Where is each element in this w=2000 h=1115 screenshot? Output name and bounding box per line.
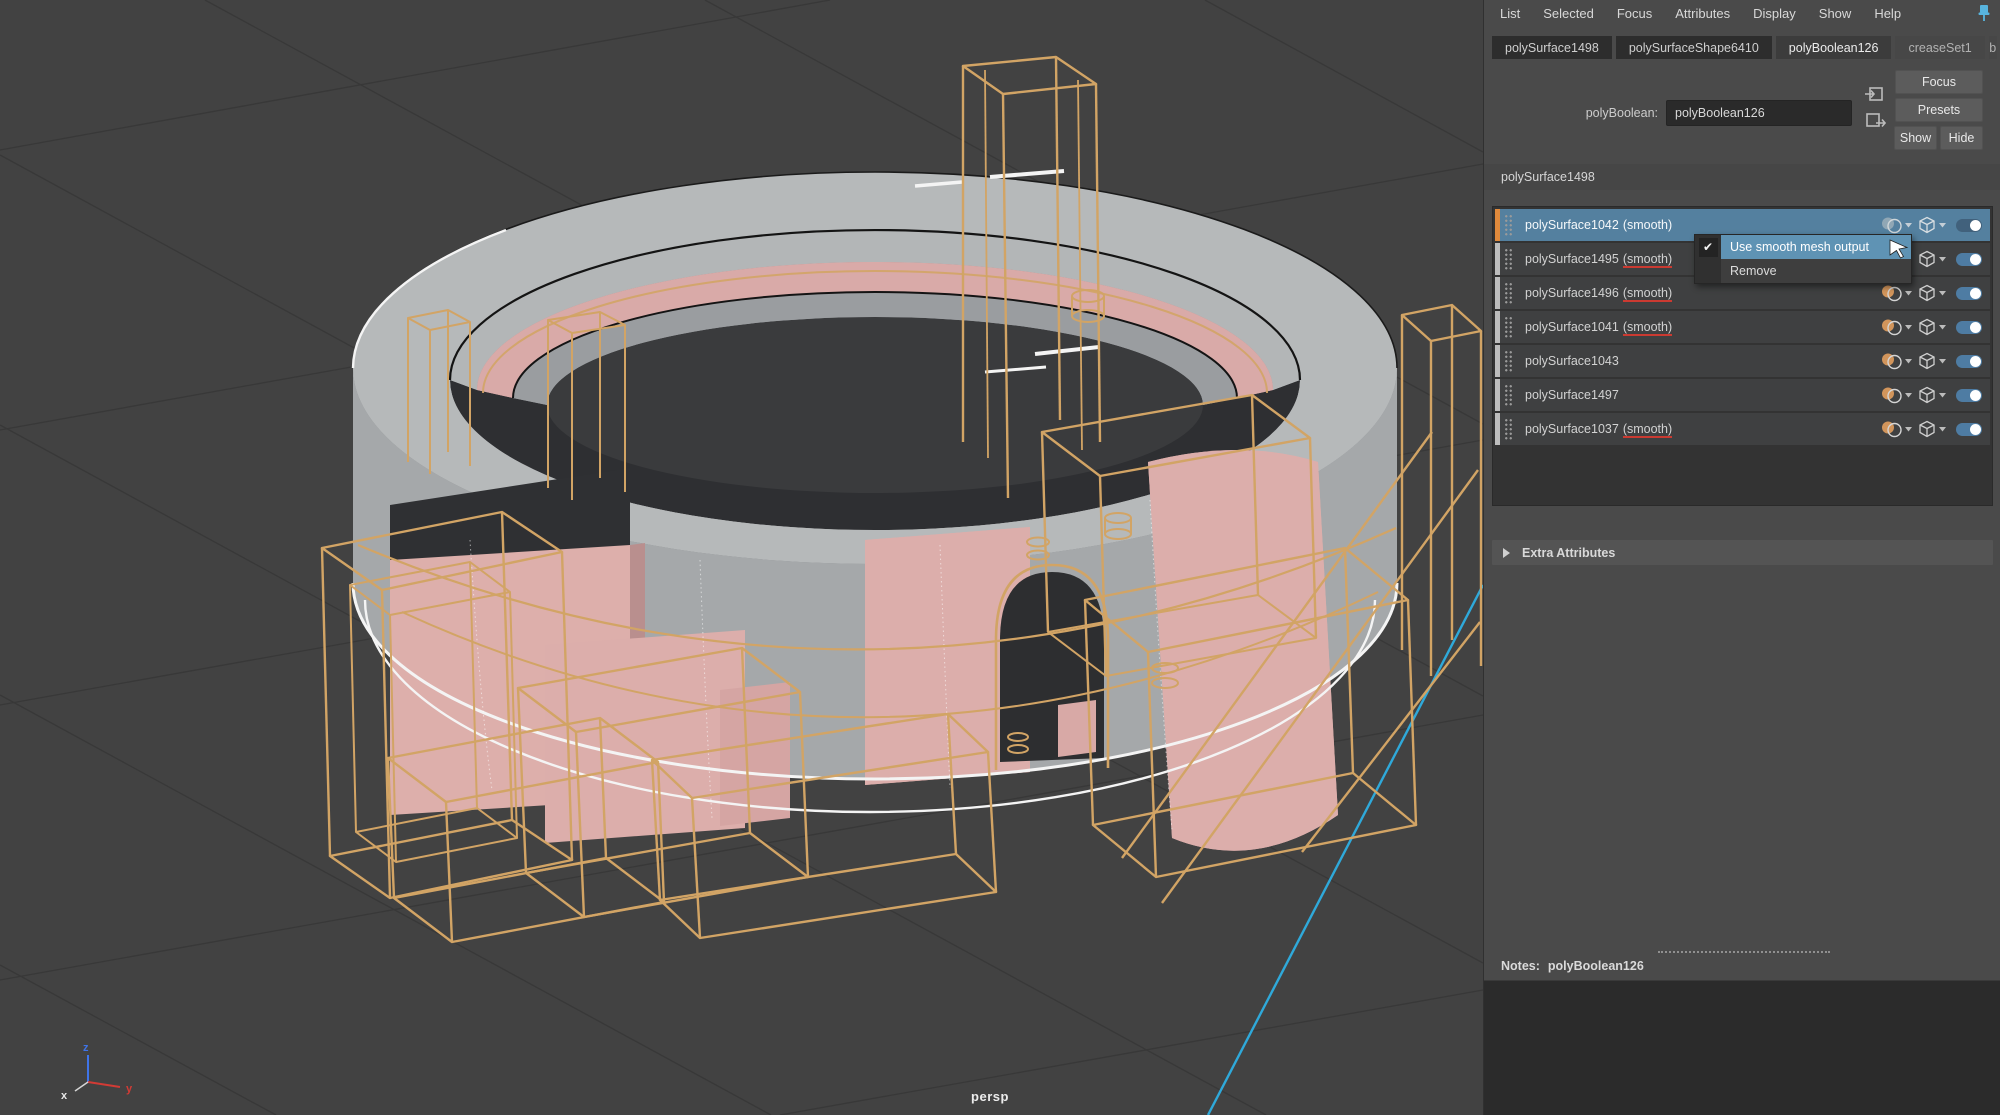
show-button[interactable]: Show	[1894, 126, 1937, 150]
menu-attributes[interactable]: Attributes	[1675, 6, 1730, 21]
smooth-suffix: (smooth)	[1623, 252, 1672, 268]
row-drag-bar	[1495, 413, 1500, 445]
notes-header: Notes:polyBoolean126	[1501, 959, 1644, 973]
notes-text-area[interactable]	[1484, 980, 2000, 1115]
display-mode-cube-icon[interactable]	[1917, 215, 1949, 235]
list-item-polysurface1043[interactable]: polySurface1043	[1495, 345, 1990, 377]
drag-grip-icon[interactable]	[1504, 316, 1513, 338]
tab-polysurface1498[interactable]: polySurface1498	[1492, 36, 1612, 59]
display-mode-cube-icon[interactable]	[1917, 283, 1949, 303]
visibility-toggle[interactable]	[1956, 253, 1982, 266]
material-icon[interactable]	[1880, 419, 1914, 439]
notes-resize-handle[interactable]	[1658, 951, 1830, 953]
camera-name-label: persp	[948, 1089, 1032, 1104]
list-item-polysurface1497[interactable]: polySurface1497	[1495, 379, 1990, 411]
row-drag-bar	[1495, 277, 1500, 309]
row-drag-bar	[1495, 345, 1500, 377]
material-icon[interactable]	[1880, 317, 1914, 337]
visibility-toggle[interactable]	[1956, 321, 1982, 334]
drag-grip-icon[interactable]	[1504, 214, 1513, 236]
drag-grip-icon[interactable]	[1504, 418, 1513, 440]
material-icon[interactable]	[1880, 351, 1914, 371]
pin-icon[interactable]	[1975, 3, 1993, 23]
shape-name: polySurface1037	[1525, 422, 1619, 436]
visibility-toggle[interactable]	[1956, 389, 1982, 402]
drag-grip-icon[interactable]	[1504, 350, 1513, 372]
shape-name: polySurface1495	[1525, 252, 1619, 266]
tab-bar: polySurface1498 polySurfaceShape6410 pol…	[1484, 36, 2000, 59]
presets-button[interactable]: Presets	[1895, 98, 1983, 122]
hide-button[interactable]: Hide	[1940, 126, 1983, 150]
attribute-editor-panel: List Selected Focus Attributes Display S…	[1483, 0, 2000, 1115]
shape-name: polySurface1497	[1525, 388, 1619, 402]
material-icon[interactable]	[1880, 283, 1914, 303]
visibility-toggle[interactable]	[1956, 219, 1982, 232]
mouse-cursor-icon	[1888, 238, 1910, 260]
material-icon[interactable]	[1880, 385, 1914, 405]
axis-x-label: x	[61, 1090, 68, 1102]
menu-item-use-smooth-mesh-output[interactable]: ✔ Use smooth mesh output	[1695, 235, 1911, 259]
row-drag-bar	[1495, 311, 1500, 343]
copy-tab-icon[interactable]	[1864, 85, 1886, 103]
drag-grip-icon[interactable]	[1504, 282, 1513, 304]
row-drag-bar	[1495, 243, 1500, 275]
display-mode-cube-icon[interactable]	[1917, 419, 1949, 439]
menu-list[interactable]: List	[1500, 6, 1520, 21]
node-section-title: polySurface1498	[1484, 164, 2000, 190]
menu-help[interactable]: Help	[1874, 6, 1901, 21]
context-menu: ✔ Use smooth mesh output Remove	[1694, 234, 1912, 284]
node-type-label: polyBoolean:	[1544, 106, 1658, 120]
tear-off-copy-icon[interactable]	[1864, 111, 1886, 129]
axis-z-label: z	[83, 1042, 89, 1054]
display-mode-cube-icon[interactable]	[1917, 385, 1949, 405]
focus-button[interactable]: Focus	[1895, 70, 1983, 94]
visibility-toggle[interactable]	[1956, 423, 1982, 436]
menu-item-remove[interactable]: Remove	[1695, 259, 1911, 283]
drag-grip-icon[interactable]	[1504, 384, 1513, 406]
menu-selected[interactable]: Selected	[1543, 6, 1594, 21]
axis-y-label: y	[126, 1083, 133, 1095]
shape-name: polySurface1496	[1525, 286, 1619, 300]
display-mode-cube-icon[interactable]	[1917, 351, 1949, 371]
extra-attributes-section[interactable]: Extra Attributes	[1492, 540, 1993, 565]
smooth-suffix: (smooth)	[1623, 320, 1672, 336]
tab-overflow[interactable]: b	[1989, 36, 1997, 59]
display-mode-cube-icon[interactable]	[1917, 249, 1949, 269]
node-name-field[interactable]: polyBoolean126	[1666, 100, 1852, 126]
menu-display[interactable]: Display	[1753, 6, 1796, 21]
row-drag-bar	[1495, 209, 1500, 241]
smooth-suffix: (smooth)	[1623, 218, 1672, 232]
shape-name: polySurface1042	[1525, 218, 1619, 232]
maya-window: z y x persp List Selected Focus Attribut…	[0, 0, 2000, 1115]
drag-grip-icon[interactable]	[1504, 248, 1513, 270]
panel-menubar: List Selected Focus Attributes Display S…	[1484, 0, 2000, 27]
tab-polyboolean126[interactable]: polyBoolean126	[1776, 36, 1892, 59]
axis-gizmo[interactable]: z y x	[61, 1042, 133, 1102]
list-item-polysurface1041[interactable]: polySurface1041 (smooth)	[1495, 311, 1990, 343]
smooth-suffix: (smooth)	[1623, 286, 1672, 302]
list-item-polysurface1037[interactable]: polySurface1037 (smooth)	[1495, 413, 1990, 445]
shape-name: polySurface1043	[1525, 354, 1619, 368]
shape-name: polySurface1041	[1525, 320, 1619, 334]
tab-polysurfaceshape6410[interactable]: polySurfaceShape6410	[1616, 36, 1772, 59]
checkmark-icon: ✔	[1699, 238, 1718, 257]
visibility-toggle[interactable]	[1956, 355, 1982, 368]
tab-creaseset1[interactable]: creaseSet1	[1895, 36, 1984, 59]
visibility-toggle[interactable]	[1956, 287, 1982, 300]
smooth-suffix: (smooth)	[1623, 422, 1672, 438]
viewport-3d[interactable]: z y x persp	[0, 0, 1483, 1115]
menu-show[interactable]: Show	[1819, 6, 1852, 21]
menu-focus[interactable]: Focus	[1617, 6, 1652, 21]
scene-render: z y x	[0, 0, 1483, 1115]
expand-arrow-icon	[1503, 548, 1510, 558]
material-icon[interactable]	[1880, 215, 1914, 235]
display-mode-cube-icon[interactable]	[1917, 317, 1949, 337]
row-drag-bar	[1495, 379, 1500, 411]
